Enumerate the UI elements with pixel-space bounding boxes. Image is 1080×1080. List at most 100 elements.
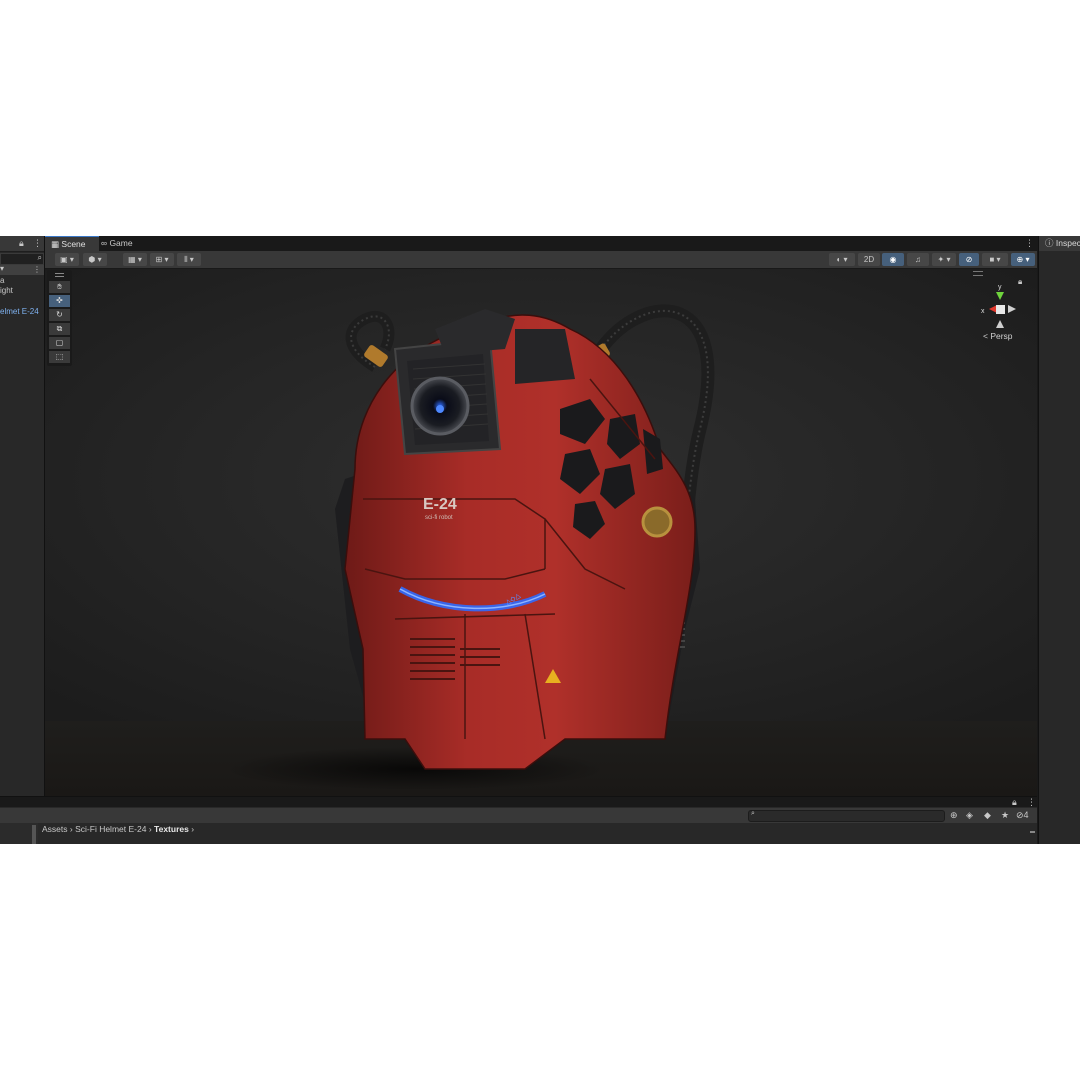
gizmo-center-cube bbox=[996, 305, 1005, 314]
chevron-down-icon[interactable]: ▾ bbox=[0, 264, 4, 273]
gizmo-neg-x-cone bbox=[1008, 305, 1016, 313]
hand-tool-button[interactable]: ✋︎ bbox=[49, 281, 70, 293]
rect-tool-button[interactable]: ▢ bbox=[49, 337, 70, 349]
align-dropdown[interactable]: ⫴ ▾ bbox=[177, 253, 201, 266]
sphere-icon: ◐ bbox=[836, 255, 842, 264]
breadcrumb-folder[interactable]: Sci-Fi Helmet E-24 bbox=[75, 824, 146, 834]
visibility-icon[interactable]: ⊘4 bbox=[1016, 810, 1029, 821]
model-marking-main: E-24 bbox=[423, 496, 457, 513]
rotate-icon: ↻ bbox=[56, 310, 63, 319]
rotate-tool-button[interactable]: ↻ bbox=[49, 309, 70, 321]
favorite-icon[interactable]: ★ bbox=[1001, 810, 1009, 821]
move-tool-button[interactable]: ✜ bbox=[49, 295, 70, 307]
hierarchy-item-label: a bbox=[0, 276, 5, 285]
grid-snap-dropdown[interactable]: ▦ ▾ bbox=[123, 253, 147, 266]
scale-icon: ⧉ bbox=[56, 324, 63, 333]
tools-overlay: ✋︎ ✜ ↻ ⧉ ▢ ⬚ bbox=[47, 270, 72, 366]
lock-icon[interactable]: 🔒︎ bbox=[19, 238, 24, 249]
shading-mode-icon: ▣ bbox=[60, 255, 68, 264]
info-icon: ⓘ bbox=[1045, 238, 1054, 248]
inspector-tab-label: Inspect bbox=[1055, 238, 1080, 248]
kebab-menu-icon[interactable]: ⋮ bbox=[33, 238, 42, 249]
gizmo-y-cone bbox=[996, 292, 1004, 300]
hierarchy-item-label: ight bbox=[0, 286, 13, 295]
hierarchy-item-prefab[interactable]: elmet E-24 bbox=[0, 307, 44, 317]
helmet-model[interactable]: △◇△ E-24 sci-fi robot bbox=[45, 269, 1037, 796]
projection-label: Persp bbox=[990, 331, 1013, 341]
filter-icon[interactable]: ◈ bbox=[966, 810, 973, 821]
model-marking-sub: sci-fi robot bbox=[425, 515, 453, 521]
project-folder-tree bbox=[0, 823, 38, 844]
gizmos-dropdown[interactable]: ⊕ ▾ bbox=[1011, 253, 1035, 266]
scale-tool-button[interactable]: ⧉ bbox=[49, 323, 70, 335]
unity-editor: 🔒︎ ⋮ ⌕ ▾ ⋮ a ight elmet E-24 ▦ Scene ∞ G… bbox=[0, 236, 1080, 844]
cube-icon: ⬢ bbox=[88, 255, 96, 264]
gizmo-x-label: x bbox=[981, 308, 985, 315]
grid-icon: ▦ bbox=[51, 239, 60, 249]
move-icon: ✜ bbox=[56, 296, 63, 305]
project-header: 🔒︎ ⋮ bbox=[0, 797, 1037, 807]
camera-dropdown[interactable]: ■ ▾ bbox=[982, 253, 1008, 266]
audio-toggle[interactable]: ♫ bbox=[907, 253, 929, 266]
hierarchy-item-label: elmet E-24 bbox=[0, 307, 39, 316]
rect-icon: ▢ bbox=[55, 338, 64, 347]
effects-dropdown[interactable]: ✦ ▾ bbox=[932, 253, 956, 266]
gizmo-icon: ⊕ bbox=[1016, 255, 1024, 264]
eye-slash-icon: ⊘ bbox=[965, 255, 973, 264]
label-icon[interactable]: ◆ bbox=[984, 810, 991, 821]
search-icon[interactable]: ⌕ bbox=[38, 253, 42, 263]
search-icon: ⌕ bbox=[751, 810, 755, 817]
lock-icon[interactable]: 🔒︎ bbox=[1012, 797, 1017, 808]
hierarchy-scene-row[interactable]: ▾ ⋮ bbox=[0, 264, 44, 275]
search-by-type-icon[interactable]: ⊕ bbox=[950, 810, 958, 821]
visibility-count: 4 bbox=[1023, 810, 1029, 820]
audio-icon: ♫ bbox=[915, 255, 921, 264]
snap-increment-dropdown[interactable]: ⊞ ▾ bbox=[150, 253, 174, 266]
gizmo-drag-handle[interactable] bbox=[973, 271, 983, 276]
chevron-right-icon: › bbox=[191, 824, 195, 834]
gizmo-y-label: y bbox=[998, 284, 1002, 291]
hierarchy-search-input[interactable]: ⌕ bbox=[0, 253, 44, 265]
lightbulb-icon: ◉ bbox=[889, 255, 897, 264]
tab-game[interactable]: ∞ Game bbox=[95, 236, 147, 251]
hierarchy-item[interactable]: ight bbox=[0, 286, 44, 296]
2d-toggle[interactable]: 2D bbox=[858, 253, 880, 266]
kebab-menu-icon[interactable]: ⋮ bbox=[1027, 797, 1036, 808]
render-mode-dropdown[interactable]: ◐ ▾ bbox=[829, 253, 855, 266]
gizmo-x-cone bbox=[989, 305, 997, 313]
draw-mode-dropdown[interactable]: ▣ ▾ bbox=[55, 253, 79, 266]
gamepad-icon: ∞ bbox=[101, 238, 108, 248]
tab-game-label: Game bbox=[109, 238, 133, 248]
tab-scene[interactable]: ▦ Scene bbox=[45, 236, 99, 252]
kebab-menu-icon[interactable]: ⋮ bbox=[1025, 238, 1034, 249]
scroll-handle[interactable] bbox=[1030, 831, 1035, 833]
hierarchy-panel: 🔒︎ ⋮ ⌕ ▾ ⋮ a ight elmet E-24 bbox=[0, 236, 45, 796]
brass-badge bbox=[641, 506, 673, 538]
breadcrumb-current[interactable]: Textures bbox=[154, 824, 189, 834]
scene-viewport[interactable]: △◇△ E-24 sci-fi robot ✋︎ ✜ ↻ ⧉ ▢ ⬚ 🔒︎ y … bbox=[45, 269, 1037, 796]
lighting-toggle[interactable]: ◉ bbox=[882, 253, 904, 266]
top-plate bbox=[435, 309, 515, 354]
gizmo-neg-y-cone bbox=[996, 320, 1004, 328]
hierarchy-item[interactable]: a bbox=[0, 276, 44, 286]
project-panel: 🔒︎ ⋮ ⌕ ⊕ ◈ ◆ ★ ⊘4 Assets › Sci-Fi Helmet… bbox=[0, 796, 1037, 844]
top-plate-2 bbox=[515, 329, 575, 384]
camera-icon: ■ bbox=[989, 255, 995, 264]
align-icon: ⫴ bbox=[184, 255, 188, 264]
drag-handle[interactable] bbox=[55, 273, 64, 277]
scene-tab-bar: ▦ Scene ∞ Game ⋮ bbox=[45, 236, 1037, 252]
chevron-right-icon: › bbox=[69, 824, 73, 834]
transform-tool-button[interactable]: ⬚ bbox=[49, 351, 70, 363]
kebab-menu-icon[interactable]: ⋮ bbox=[33, 265, 41, 274]
breadcrumb-assets[interactable]: Assets bbox=[42, 824, 68, 834]
transform-icon: ⬚ bbox=[55, 352, 64, 361]
hand-icon: ✋︎ bbox=[57, 282, 62, 291]
grid-icon: ▦ bbox=[128, 255, 136, 264]
project-search-input[interactable]: ⌕ bbox=[748, 810, 945, 822]
hidden-objects-toggle[interactable]: ⊘ bbox=[959, 253, 979, 266]
view-options-dropdown[interactable]: ⬢ ▾ bbox=[83, 253, 107, 266]
inspector-tab[interactable]: ⓘ Inspect bbox=[1039, 236, 1080, 251]
projection-toggle[interactable]: < Persp bbox=[983, 331, 1013, 341]
effects-icon: ✦ bbox=[937, 255, 945, 264]
scrollbar[interactable] bbox=[32, 825, 36, 844]
